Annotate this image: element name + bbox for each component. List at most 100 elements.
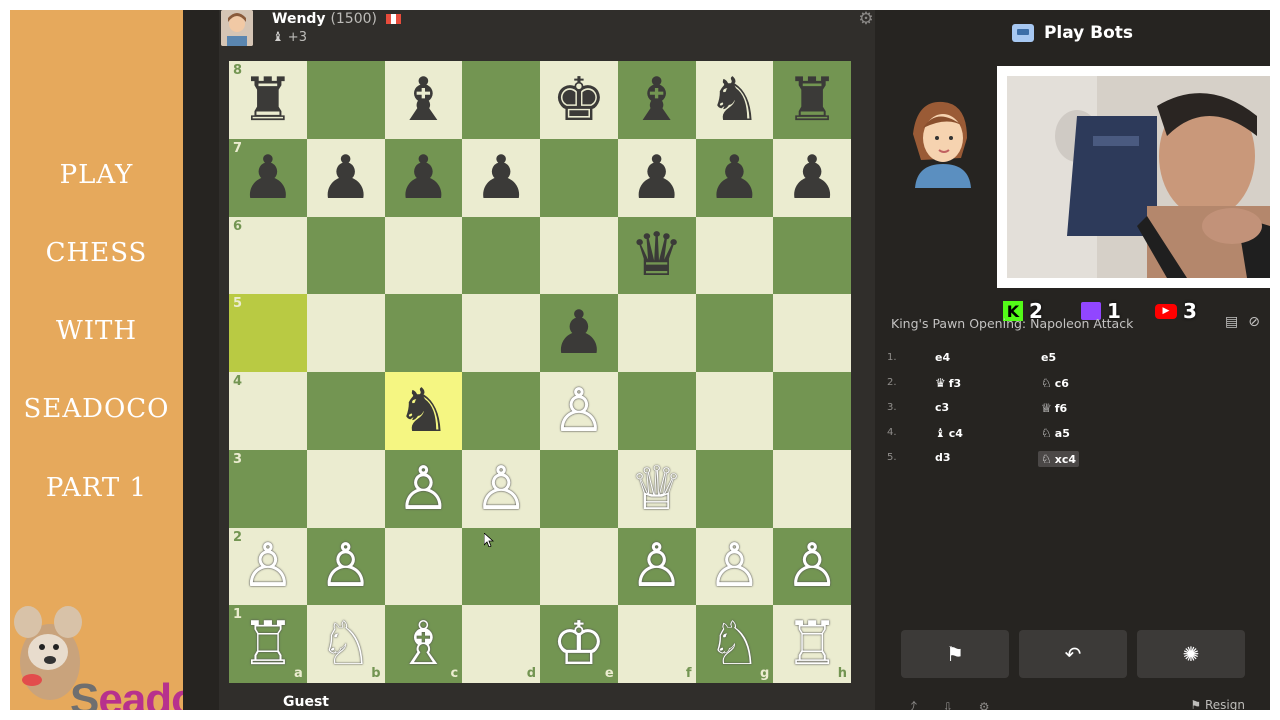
square-h3[interactable] <box>773 449 851 528</box>
white-pawn-icon[interactable]: ♙ <box>552 381 606 441</box>
black-bishop-icon[interactable]: ♝ <box>630 70 684 130</box>
square-d1[interactable]: d <box>462 605 540 683</box>
black-move[interactable]: ♕ f6 <box>1041 401 1067 415</box>
black-pawn-icon[interactable]: ♟ <box>241 148 295 208</box>
bot-avatar-small[interactable] <box>221 10 253 46</box>
square-c6[interactable] <box>384 216 463 295</box>
square-f5[interactable] <box>617 294 696 372</box>
square-a1[interactable]: ♖ 1 a <box>229 605 307 683</box>
square-h6[interactable] <box>773 216 851 295</box>
white-move[interactable]: c3 <box>935 401 949 414</box>
share-icon[interactable]: ⤴ <box>905 700 917 710</box>
compass-icon[interactable]: ⊘ <box>1248 314 1260 330</box>
square-f6[interactable]: ♛ <box>617 216 696 295</box>
white-pawn-icon[interactable]: ♙ <box>785 536 839 596</box>
square-d3[interactable]: ♙ <box>462 449 540 528</box>
black-pawn-icon[interactable]: ♟ <box>474 148 528 208</box>
square-f3[interactable]: ♕ <box>617 449 696 528</box>
bottom-player-name[interactable]: Guest <box>283 694 329 710</box>
white-queen-icon[interactable]: ♕ <box>630 459 684 519</box>
square-d8[interactable] <box>462 61 540 139</box>
top-player-name[interactable]: Wendy (1500) <box>272 11 401 27</box>
square-c3[interactable]: ♙ <box>384 449 463 528</box>
square-e8[interactable]: ♚ <box>540 61 618 139</box>
square-e3[interactable] <box>540 449 618 528</box>
square-g7[interactable]: ♟ <box>695 138 774 217</box>
white-pawn-icon[interactable]: ♙ <box>396 459 450 519</box>
square-b1[interactable]: ♘ b <box>306 605 385 683</box>
square-e6[interactable] <box>540 216 618 295</box>
black-bishop-icon[interactable]: ♝ <box>396 70 450 130</box>
square-b4[interactable] <box>306 372 385 450</box>
white-pawn-icon[interactable]: ♙ <box>707 536 761 596</box>
square-e1[interactable]: ♔ e <box>540 605 618 683</box>
black-move[interactable]: e5 <box>1041 351 1056 364</box>
black-rook-icon[interactable]: ♜ <box>241 70 295 130</box>
black-pawn-icon[interactable]: ♟ <box>630 148 684 208</box>
square-d4[interactable] <box>462 372 540 450</box>
black-queen-icon[interactable]: ♛ <box>630 225 684 285</box>
square-c5[interactable] <box>384 294 463 372</box>
square-g2[interactable]: ♙ <box>695 527 774 606</box>
square-b3[interactable] <box>306 449 385 528</box>
square-h7[interactable]: ♟ <box>773 138 851 217</box>
white-pawn-icon[interactable]: ♙ <box>630 536 684 596</box>
square-g8[interactable]: ♞ <box>695 61 774 139</box>
white-move[interactable]: ♝ c4 <box>935 426 963 440</box>
square-e5[interactable]: ♟ <box>540 294 618 372</box>
resign-link[interactable]: ⚑ Resign <box>1190 698 1245 710</box>
white-move[interactable]: ♛ f3 <box>935 376 961 390</box>
white-pawn-icon[interactable]: ♙ <box>241 536 295 596</box>
square-c1[interactable]: ♗ c <box>384 605 463 683</box>
square-f8[interactable]: ♝ <box>617 61 696 139</box>
square-g5[interactable] <box>695 294 774 372</box>
black-pawn-icon[interactable]: ♟ <box>396 148 450 208</box>
square-f2[interactable]: ♙ <box>617 527 696 606</box>
book-icon[interactable]: ▤ <box>1225 314 1238 330</box>
white-pawn-icon[interactable]: ♙ <box>319 536 373 596</box>
square-f7[interactable]: ♟ <box>617 138 696 217</box>
white-knight-icon[interactable]: ♘ <box>707 614 761 674</box>
square-e2[interactable] <box>540 527 618 606</box>
square-g3[interactable] <box>695 449 774 528</box>
square-c7[interactable]: ♟ <box>384 138 463 217</box>
black-pawn-icon[interactable]: ♟ <box>707 148 761 208</box>
black-pawn-icon[interactable]: ♟ <box>552 303 606 363</box>
square-a2[interactable]: ♙ 2 <box>229 527 307 606</box>
square-h4[interactable] <box>773 372 851 450</box>
square-a8[interactable]: ♜ 8 <box>229 61 307 139</box>
chess-board[interactable]: ♜ 8 ♝ ♚ ♝ ♞ ♜ ♟ 7 ♟ ♟ ♟ ♟ ♟ ♟ 6 ♛ 5 ♟ 4 ♞ ♙ 3 ♙ ♙ ♕ ♙ 2 ♙ ♙ ♙ ♙ ♖ 1 a ♘ b ♗ c d… <box>229 61 851 683</box>
settings-icon[interactable]: ⚙ <box>979 700 990 710</box>
square-b2[interactable]: ♙ <box>306 527 385 606</box>
gear-icon[interactable]: ⚙ <box>857 10 875 28</box>
square-g4[interactable] <box>695 372 774 450</box>
white-move[interactable]: e4 <box>935 351 950 364</box>
square-b5[interactable] <box>306 294 385 372</box>
square-e4[interactable]: ♙ <box>540 372 618 450</box>
square-f1[interactable]: f <box>617 605 696 683</box>
square-d6[interactable] <box>462 216 540 295</box>
square-a5[interactable]: 5 <box>229 294 307 372</box>
square-d5[interactable] <box>462 294 540 372</box>
white-pawn-icon[interactable]: ♙ <box>474 459 528 519</box>
black-pawn-icon[interactable]: ♟ <box>319 148 373 208</box>
black-rook-icon[interactable]: ♜ <box>785 70 839 130</box>
square-b7[interactable]: ♟ <box>306 138 385 217</box>
white-bishop-icon[interactable]: ♗ <box>396 614 450 674</box>
white-move[interactable]: d3 <box>935 451 951 464</box>
square-b6[interactable] <box>306 216 385 295</box>
black-move[interactable]: ♘ xc4 <box>1038 451 1080 467</box>
square-c2[interactable] <box>384 527 463 606</box>
square-c4[interactable]: ♞ <box>384 372 463 450</box>
square-e7[interactable] <box>540 138 618 217</box>
black-knight-icon[interactable]: ♞ <box>396 381 450 441</box>
takeback-button[interactable]: ↶ <box>1019 630 1127 678</box>
square-c8[interactable]: ♝ <box>384 61 463 139</box>
square-h8[interactable]: ♜ <box>773 61 851 139</box>
square-f4[interactable] <box>617 372 696 450</box>
white-rook-icon[interactable]: ♖ <box>241 614 295 674</box>
square-g6[interactable] <box>695 216 774 295</box>
square-h1[interactable]: ♖ h <box>773 605 851 683</box>
square-h5[interactable] <box>773 294 851 372</box>
square-b8[interactable] <box>306 61 385 139</box>
